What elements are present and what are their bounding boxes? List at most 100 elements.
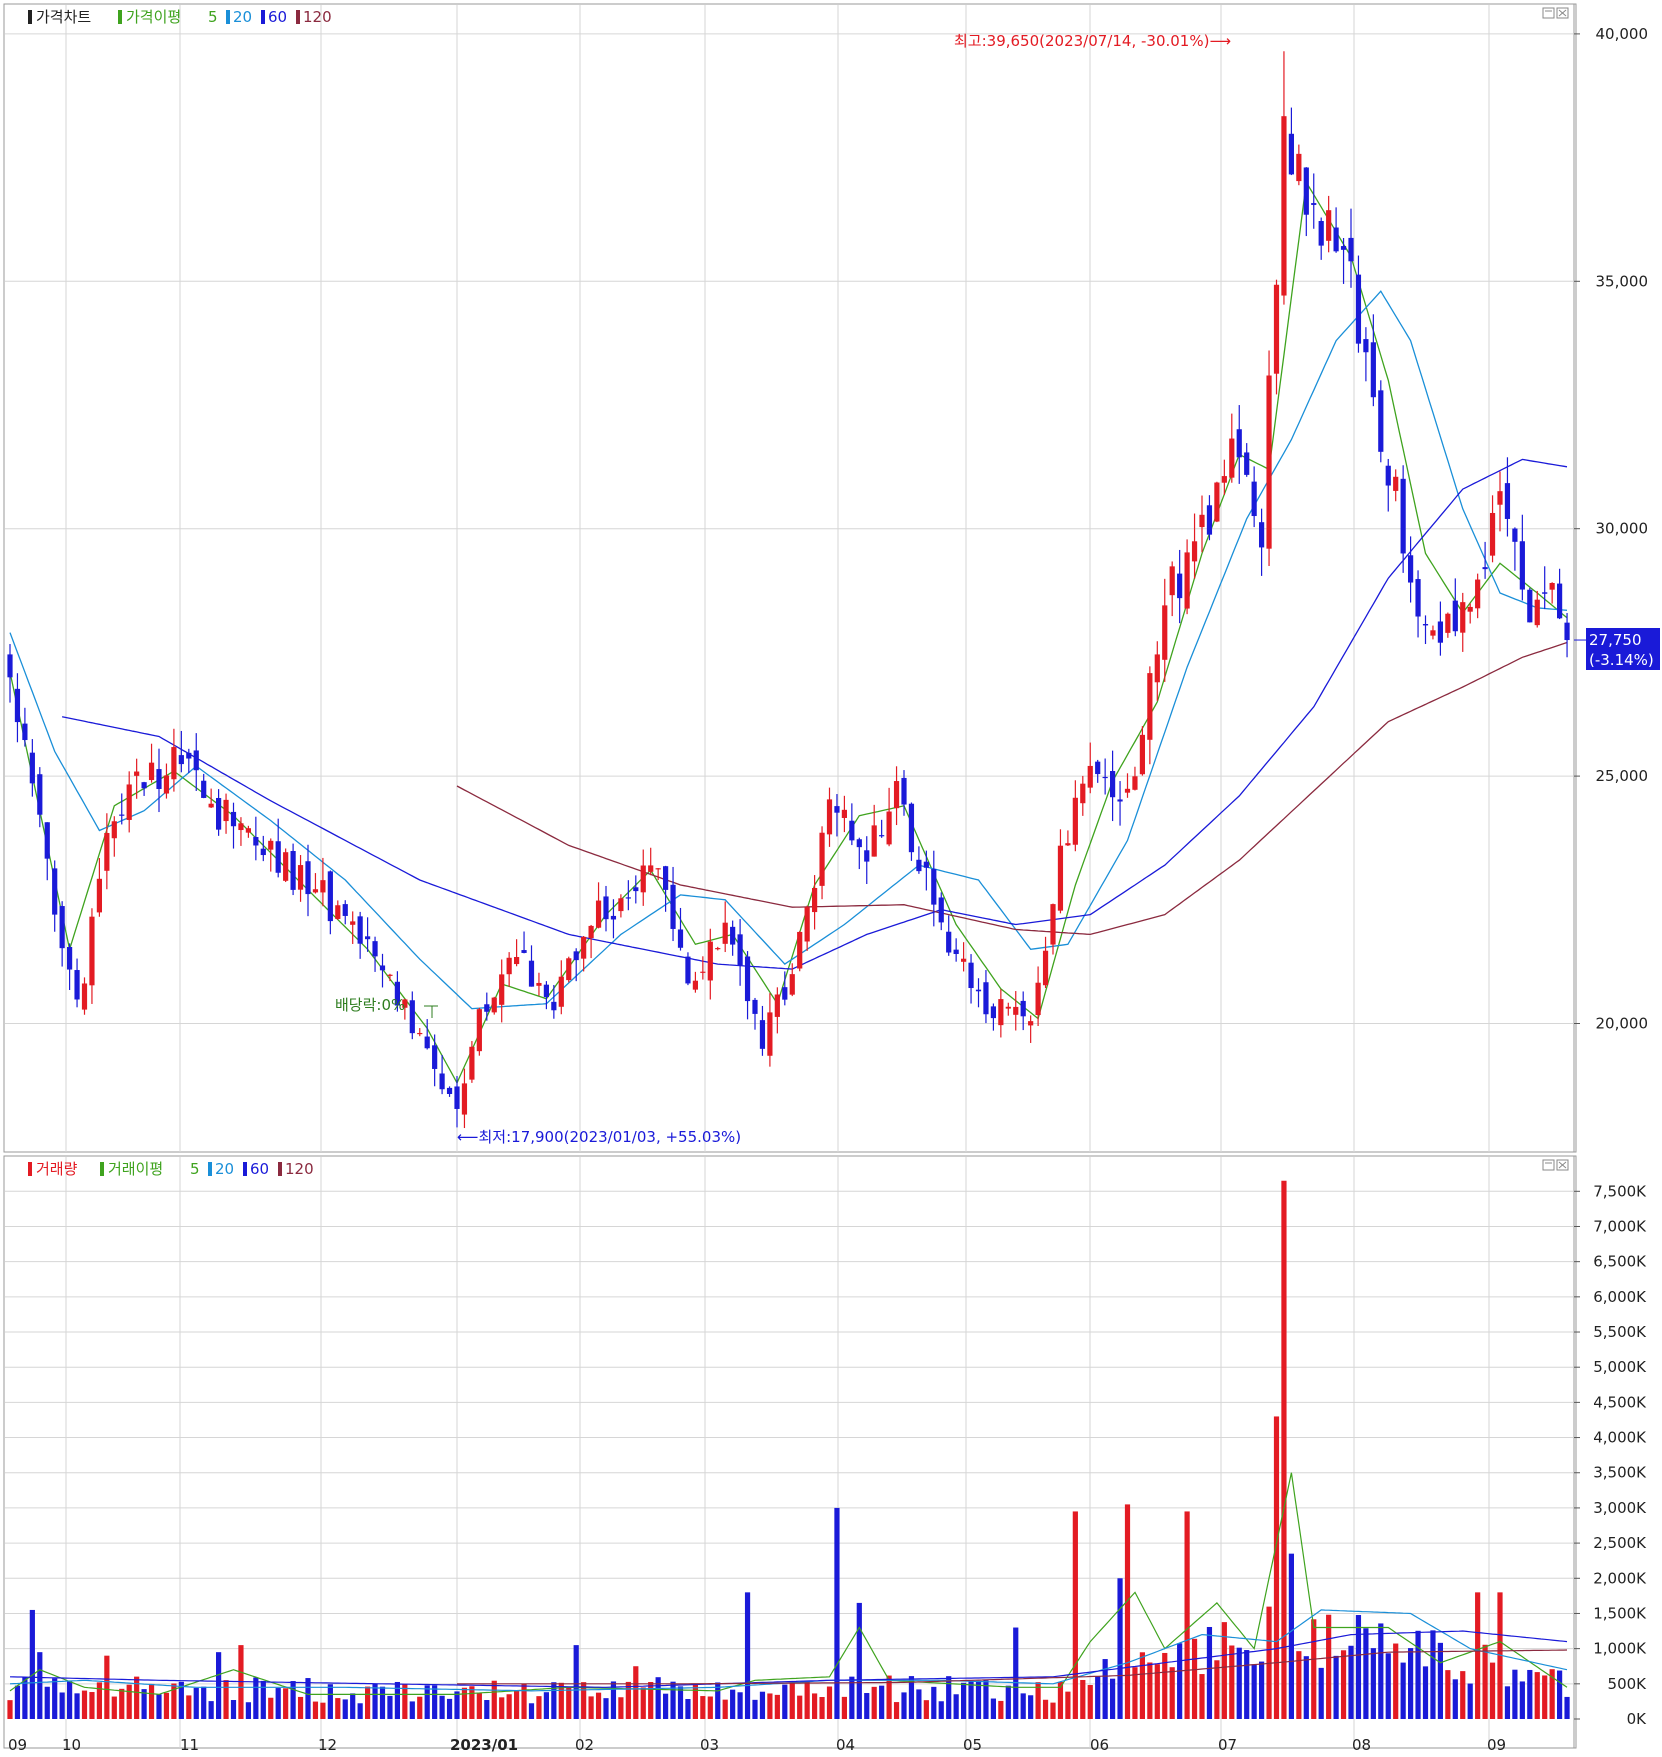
candle-body	[692, 980, 698, 990]
candle-body	[1288, 133, 1294, 175]
candle-body	[908, 803, 915, 853]
candle-body	[245, 828, 251, 833]
volume-bar	[446, 1698, 453, 1719]
volume-panel-close-icon[interactable]	[1556, 1159, 1569, 1171]
candle-body	[312, 889, 319, 893]
volume-bar	[409, 1701, 415, 1719]
candle-body	[841, 809, 847, 818]
candle-body	[141, 782, 147, 789]
volume-bar	[506, 1694, 512, 1719]
current-price: 27,750	[1589, 631, 1642, 649]
stock-chart: 20,000 25,000 30,000 35,000 40,000 0K 500K 1,00…	[3, 3, 1660, 1754]
candle-body	[1080, 783, 1086, 804]
volume-bar	[394, 1681, 400, 1719]
volume-bar	[730, 1689, 736, 1719]
volume-bar	[432, 1685, 438, 1719]
price-tick-label: 40,000	[1596, 25, 1649, 43]
x-axis-label: 09	[1487, 1736, 1506, 1753]
volume-bar	[998, 1700, 1004, 1719]
volume-bar	[1363, 1628, 1369, 1719]
candle-body	[1035, 982, 1041, 1015]
volume-bar	[968, 1681, 974, 1719]
y-axis-ticks: 20,000 25,000 30,000 35,000 40,000 0K 500K 1,00…	[1574, 25, 1648, 1728]
volume-bar	[1013, 1627, 1019, 1719]
volume-tick-label: 6,500K	[1593, 1253, 1647, 1271]
candle-body	[1005, 1006, 1011, 1009]
candle-body	[640, 865, 646, 893]
candle-body	[1542, 592, 1548, 594]
legend-price-chart: 가격차트	[36, 8, 91, 26]
volume-bar	[439, 1695, 445, 1719]
candle-body	[193, 750, 199, 771]
candle-body	[178, 755, 184, 765]
volume-bar	[812, 1693, 818, 1719]
volume-bar	[1229, 1645, 1235, 1719]
legend-volume-ma-120: 120	[285, 1160, 314, 1178]
volume-bar	[245, 1702, 251, 1719]
candle-body	[7, 654, 13, 678]
candle-body	[469, 1046, 475, 1080]
candle-body	[893, 781, 900, 809]
candle-body	[975, 989, 982, 992]
candle-body	[1564, 622, 1570, 641]
volume-bar	[1199, 1674, 1205, 1719]
candle-body	[737, 934, 743, 966]
legend-price-ma: 가격이평	[126, 8, 181, 26]
chart-root: 20,000 25,000 30,000 35,000 40,000 0K 500K 1,00…	[0, 0, 1662, 1754]
candle-body	[335, 905, 341, 919]
candle-body	[946, 931, 952, 953]
candle-body	[432, 1045, 438, 1069]
candle-body	[543, 984, 549, 998]
candle-body	[1244, 452, 1250, 475]
candle-body	[253, 837, 259, 846]
volume-bar	[1065, 1691, 1071, 1719]
candle-body	[1482, 567, 1488, 570]
candle-body	[1318, 221, 1324, 246]
candle-body	[1452, 600, 1458, 632]
volume-panel-maximize-icon[interactable]	[1542, 1159, 1555, 1171]
price-panel-close-icon[interactable]	[1556, 7, 1569, 19]
volume-bar	[782, 1684, 788, 1719]
candle-body	[37, 774, 43, 815]
candle-body	[1303, 167, 1309, 215]
volume-bar	[834, 1507, 840, 1719]
candle-body	[1489, 512, 1496, 556]
candle-body	[1557, 583, 1563, 619]
volume-bar	[1355, 1615, 1362, 1719]
candle-body	[171, 747, 177, 780]
volume-bar	[126, 1684, 132, 1719]
candle-body	[283, 852, 289, 881]
volume-bar	[230, 1700, 237, 1719]
candle-body	[1512, 528, 1518, 542]
candle-body	[372, 941, 378, 957]
volume-bar	[1273, 1416, 1280, 1719]
volume-bar	[1251, 1664, 1257, 1719]
candle-body	[551, 1001, 557, 1011]
volume-bar	[1393, 1643, 1399, 1719]
candle-body	[834, 806, 840, 813]
candle-body	[1497, 491, 1503, 505]
volume-bar	[96, 1682, 102, 1719]
candle-body	[1534, 599, 1540, 626]
volume-bar	[618, 1697, 624, 1719]
volume-bar	[1072, 1511, 1078, 1719]
volume-bar	[663, 1693, 669, 1719]
volume-bar	[797, 1695, 803, 1719]
volume-bar	[521, 1683, 527, 1719]
price-panel-maximize-icon[interactable]	[1542, 7, 1555, 19]
candle-body	[439, 1073, 445, 1090]
candle-body	[156, 769, 162, 789]
candle-body	[89, 916, 95, 986]
volume-bar	[1504, 1686, 1511, 1719]
volume-bar	[29, 1609, 35, 1719]
legend-price-ma-5: 5	[208, 8, 218, 26]
candle-body	[1445, 613, 1451, 633]
legend-marker-volume	[28, 1162, 32, 1176]
volume-tick-label: 4,000K	[1593, 1429, 1647, 1447]
candle-body	[625, 897, 631, 899]
volume-bar	[1415, 1630, 1421, 1719]
volume-bar	[1326, 1614, 1332, 1719]
candle-body	[260, 848, 266, 856]
volume-bar	[961, 1682, 967, 1719]
volume-bar	[14, 1685, 21, 1719]
